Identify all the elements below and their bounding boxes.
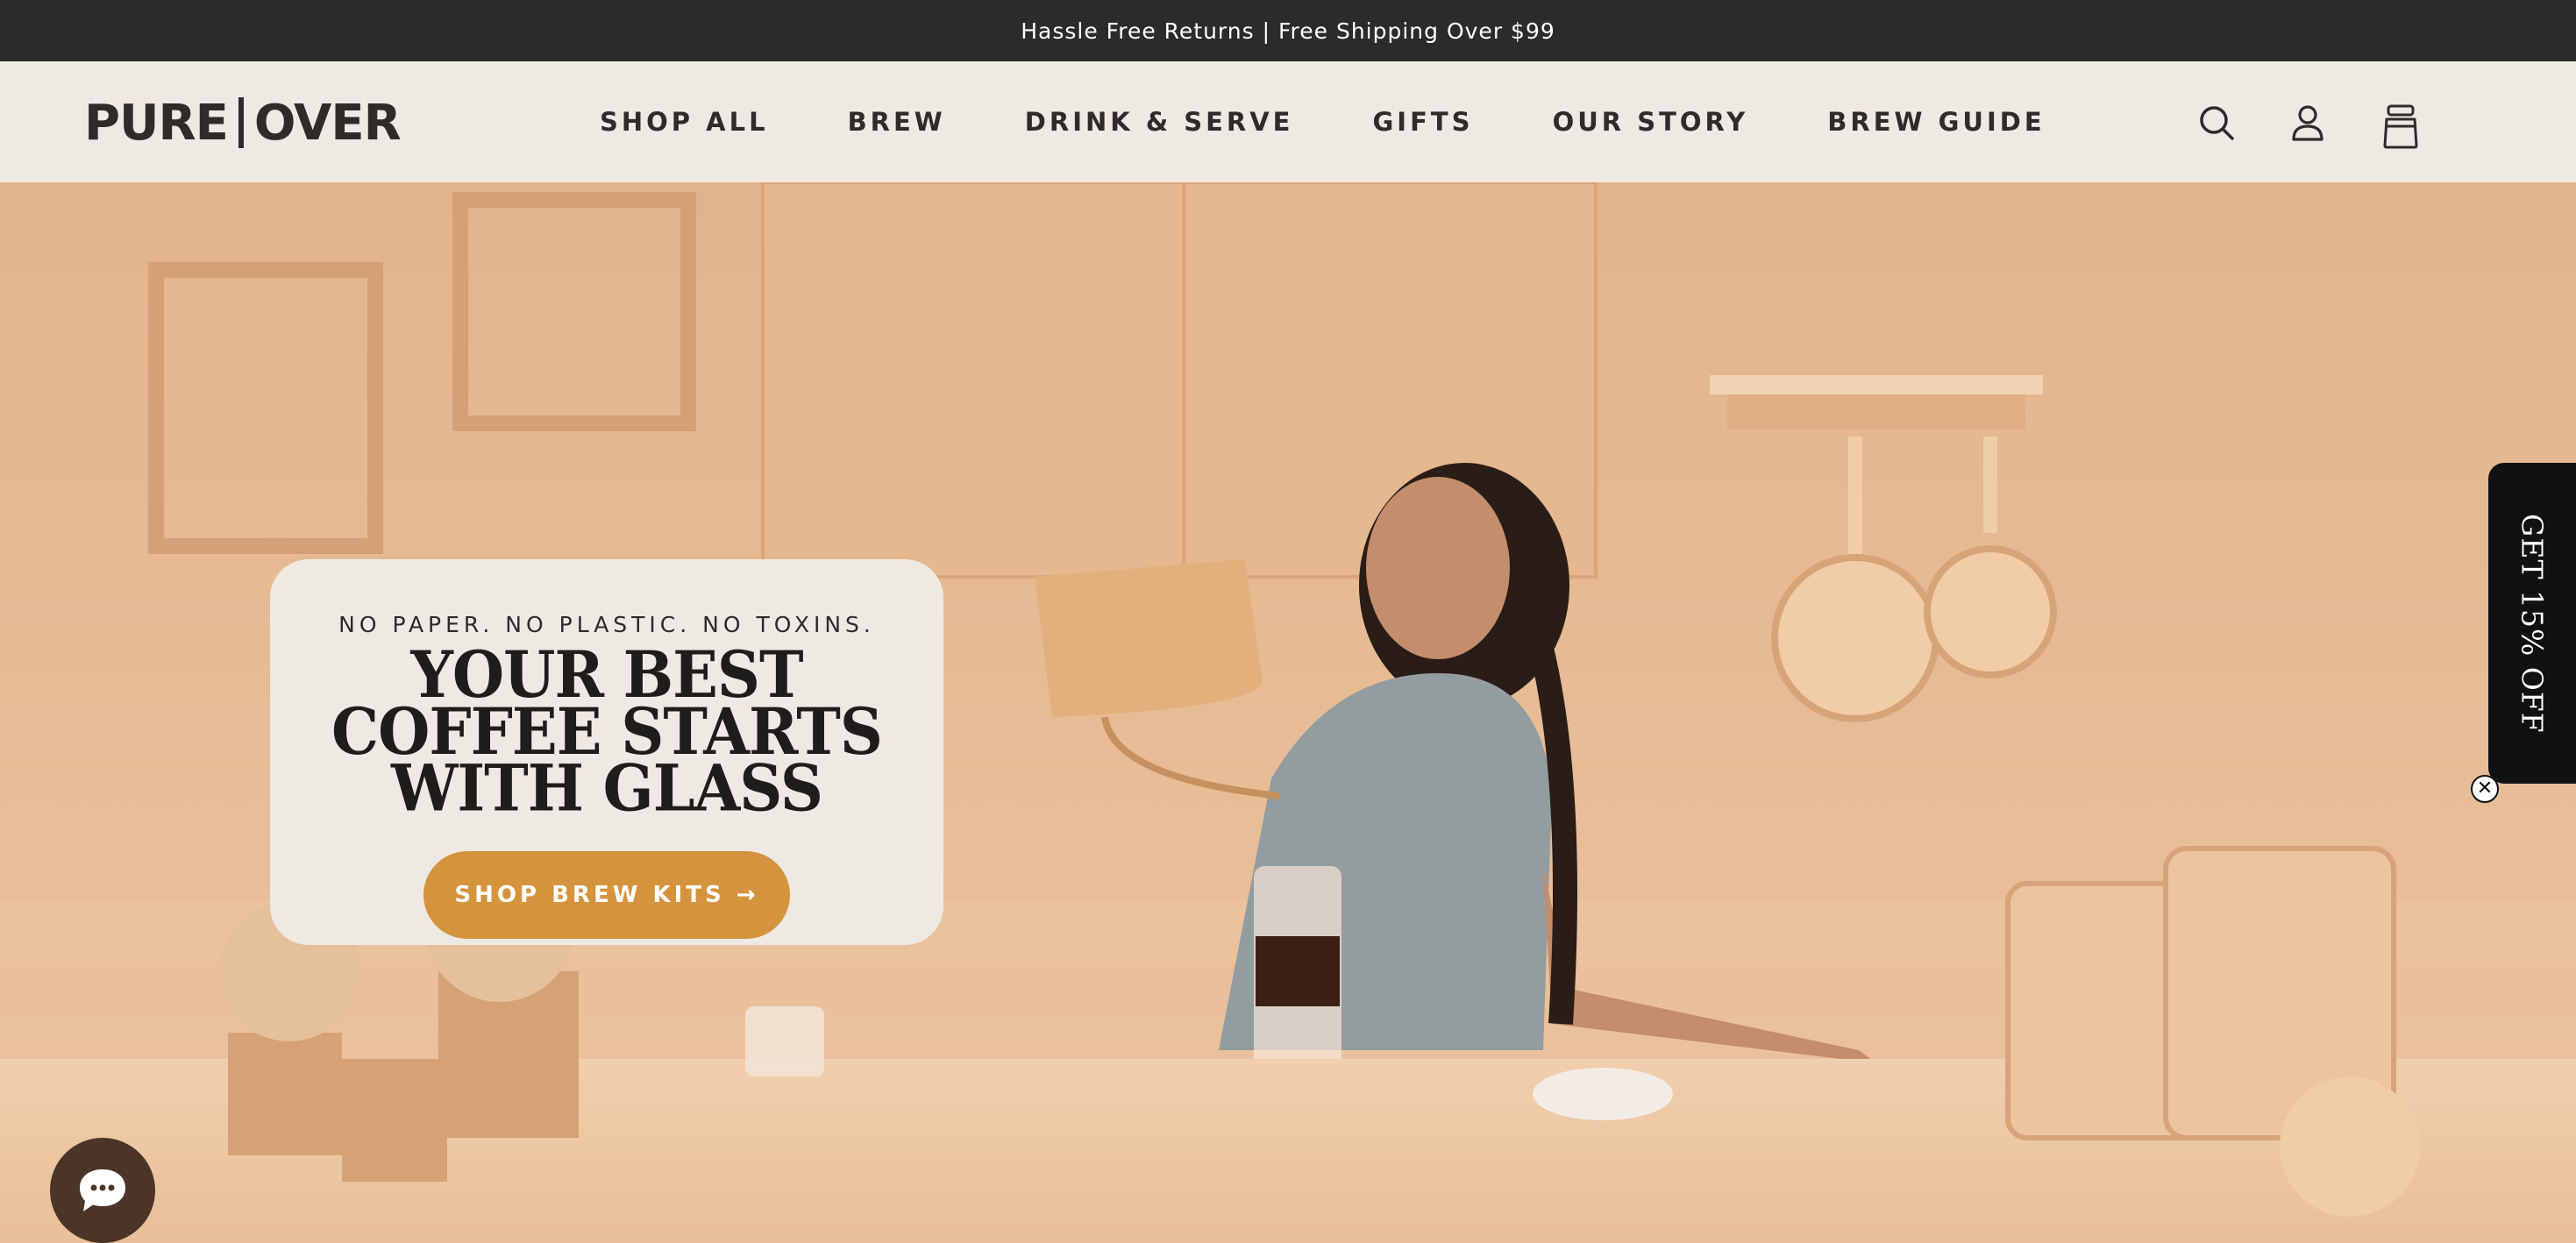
discount-tab[interactable]: GET 15% OFF xyxy=(2488,463,2576,784)
chat-launcher-button[interactable] xyxy=(50,1138,155,1243)
announcement-bar: Hassle Free Returns | Free Shipping Over… xyxy=(0,0,2576,61)
discount-tab-label: GET 15% OFF xyxy=(2515,513,2550,734)
nav-our-story[interactable]: OUR STORY xyxy=(1553,107,1749,137)
hero-card: NO PAPER. NO PLASTIC. NO TOXINS. YOUR BE… xyxy=(270,559,943,945)
nav-shop-all[interactable]: SHOP ALL xyxy=(600,107,769,137)
logo-divider xyxy=(238,97,244,148)
shop-brew-kits-button[interactable]: SHOP BREW KITS → xyxy=(423,851,790,939)
logo-right-text: OVER xyxy=(253,94,402,152)
nav-brew[interactable]: BREW xyxy=(848,107,946,137)
search-icon[interactable] xyxy=(2195,100,2238,146)
account-icon[interactable] xyxy=(2287,100,2329,146)
logo-left-text: PURE xyxy=(84,94,229,152)
nav-gifts[interactable]: GIFTS xyxy=(1373,107,1474,137)
close-icon[interactable]: ✕ xyxy=(2471,775,2499,803)
chat-bubble-icon xyxy=(80,1169,125,1211)
hero-headline: YOUR BEST COFFEE STARTS WITH GLASS xyxy=(331,637,883,827)
nav-drink-serve[interactable]: DRINK & SERVE xyxy=(1025,107,1294,137)
announcement-text: Hassle Free Returns | Free Shipping Over… xyxy=(1021,18,1555,44)
main-nav: SHOP ALL BREW DRINK & SERVE GIFTS OUR ST… xyxy=(600,61,2046,182)
hero-section: NO PAPER. NO PLASTIC. NO TOXINS. YOUR BE… xyxy=(0,182,2576,1243)
logo[interactable]: PURE OVER xyxy=(84,94,402,152)
cart-icon[interactable] xyxy=(2380,103,2422,149)
hero-eyebrow: NO PAPER. NO PLASTIC. NO TOXINS. xyxy=(338,612,875,637)
nav-brew-guide[interactable]: BREW GUIDE xyxy=(1827,107,2045,137)
site-header: PURE OVER SHOP ALL BREW DRINK & SERVE GI… xyxy=(0,61,2576,182)
